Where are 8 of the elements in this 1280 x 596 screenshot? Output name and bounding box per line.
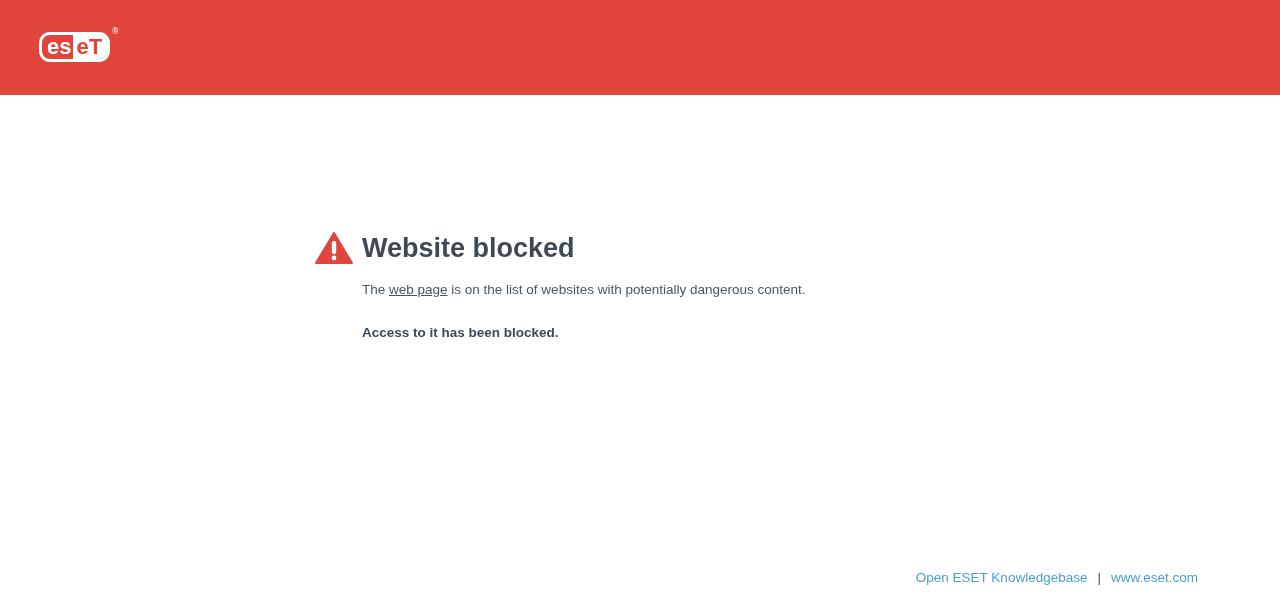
web-page-link[interactable]: web page bbox=[389, 282, 448, 297]
footer-link[interactable]: www.eset.com bbox=[1110, 570, 1198, 590]
page-title: Website blocked bbox=[362, 232, 575, 265]
message-text: The web page is on the list of websites with potentially dangerous content. bbox=[362, 282, 807, 297]
blocked-notice: Access to it has been blocked. bbox=[362, 325, 560, 340]
warning-icon bbox=[315, 232, 353, 264]
footer-link[interactable]: Open ESET Knowledgebase bbox=[915, 570, 1088, 590]
separator: | bbox=[1097, 570, 1101, 587]
